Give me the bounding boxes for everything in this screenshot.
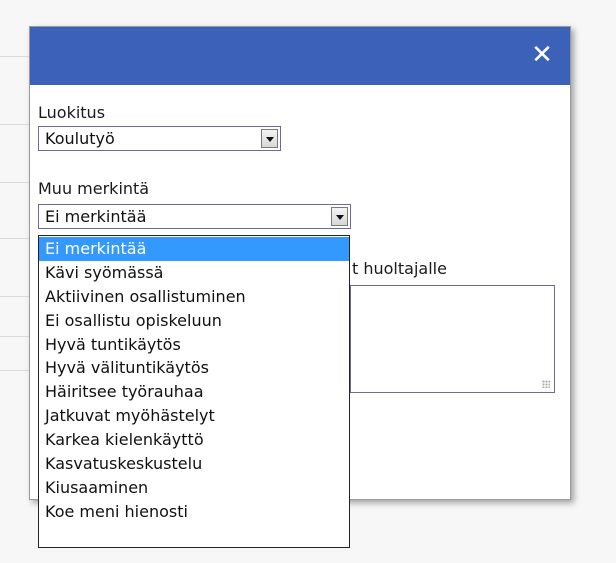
background-line [0,56,30,57]
chevron-down-icon[interactable] [331,207,348,226]
classification-label: Luokitus [38,103,106,122]
guardian-note-label: t huoltajalle [352,259,447,278]
dropdown-option[interactable]: Aktiivinen osallistuminen [39,285,349,309]
other-mark-select-value: Ei merkintää [45,207,147,226]
close-icon[interactable]: ✕ [528,41,556,69]
dropdown-option[interactable]: Ei merkintää [39,237,349,261]
dropdown-option[interactable]: Karkea kielenkäyttö [39,428,349,452]
background-line [0,124,30,125]
chevron-down-icon[interactable] [261,129,278,148]
dialog-titlebar: ✕ [30,27,570,85]
dropdown-option[interactable]: Kävi syömässä [39,261,349,285]
background-line [0,296,30,297]
background-line [0,370,30,371]
background-line [0,182,30,183]
other-mark-select[interactable]: Ei merkintää [38,204,351,229]
background-line [0,238,30,239]
guardian-note-textarea[interactable] [350,285,555,393]
other-mark-label: Muu merkintä [38,179,150,198]
other-mark-dropdown-list[interactable]: Ei merkintää Kävi syömässä Aktiivinen osal… [38,235,350,548]
dropdown-option[interactable]: Kiusaaminen [39,476,349,500]
resize-grip-icon[interactable] [542,380,550,388]
dropdown-option[interactable]: Häiritsee työrauhaa [39,380,349,404]
dropdown-option[interactable]: Kasvatuskeskustelu [39,452,349,476]
dropdown-option[interactable]: Hyvä välituntikäytös [39,356,349,380]
dropdown-option[interactable]: Hyvä tuntikäytös [39,333,349,357]
dropdown-option[interactable]: Jatkuvat myöhästelyt [39,404,349,428]
classification-select-value: Koulutyö [45,129,115,148]
background-strip [0,0,30,563]
background-line [0,336,30,337]
dropdown-option[interactable]: Koe meni hienosti [39,500,349,524]
classification-select[interactable]: Koulutyö [38,126,281,151]
dropdown-option[interactable]: Ei osallistu opiskeluun [39,309,349,333]
